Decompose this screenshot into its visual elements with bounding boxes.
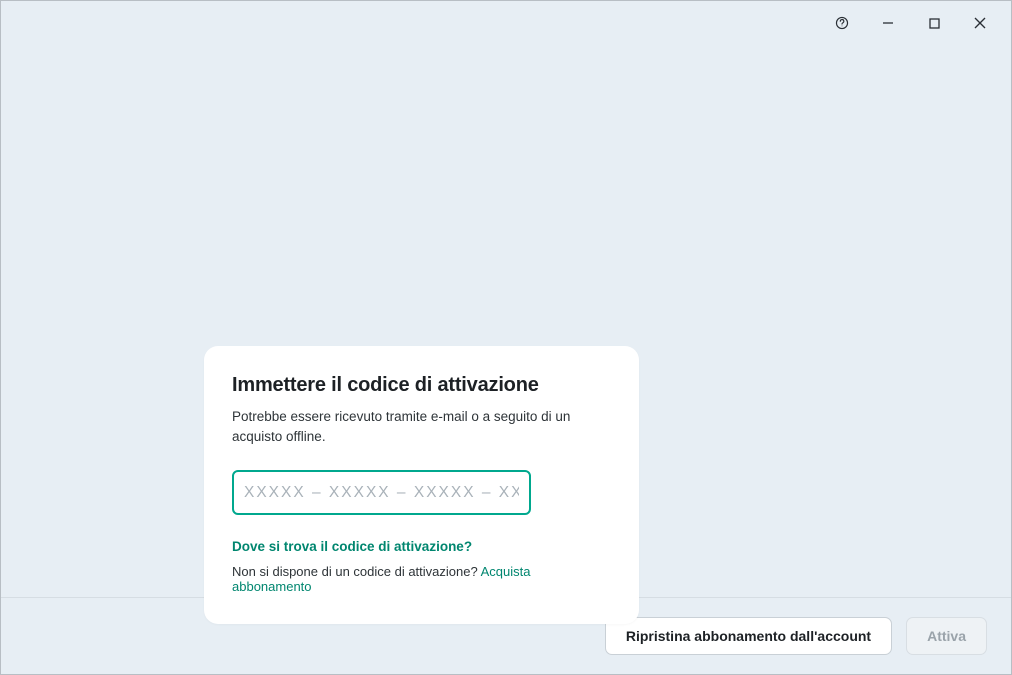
maximize-icon (929, 18, 940, 29)
where-is-code-link[interactable]: Dove si trova il codice di attivazione? (232, 539, 611, 554)
minimize-icon (882, 17, 894, 29)
titlebar (1, 1, 1011, 45)
content-area: Immettere il codice di attivazione Potre… (1, 45, 1011, 597)
help-button[interactable] (819, 1, 865, 45)
close-button[interactable] (957, 1, 1003, 45)
maximize-button[interactable] (911, 1, 957, 45)
purchase-row: Non si dispone di un codice di attivazio… (232, 564, 611, 594)
purchase-prompt: Non si dispone di un codice di attivazio… (232, 564, 481, 579)
activation-window: Immettere il codice di attivazione Potre… (0, 0, 1012, 675)
restore-subscription-button[interactable]: Ripristina abbonamento dall'account (605, 617, 892, 655)
activation-card: Immettere il codice di attivazione Potre… (204, 346, 639, 624)
activation-code-input[interactable] (232, 470, 531, 515)
card-title: Immettere il codice di attivazione (232, 374, 611, 397)
close-icon (974, 17, 986, 29)
card-subtitle: Potrebbe essere ricevuto tramite e-mail … (232, 407, 611, 446)
help-icon (835, 16, 849, 30)
minimize-button[interactable] (865, 1, 911, 45)
activate-button[interactable]: Attiva (906, 617, 987, 655)
